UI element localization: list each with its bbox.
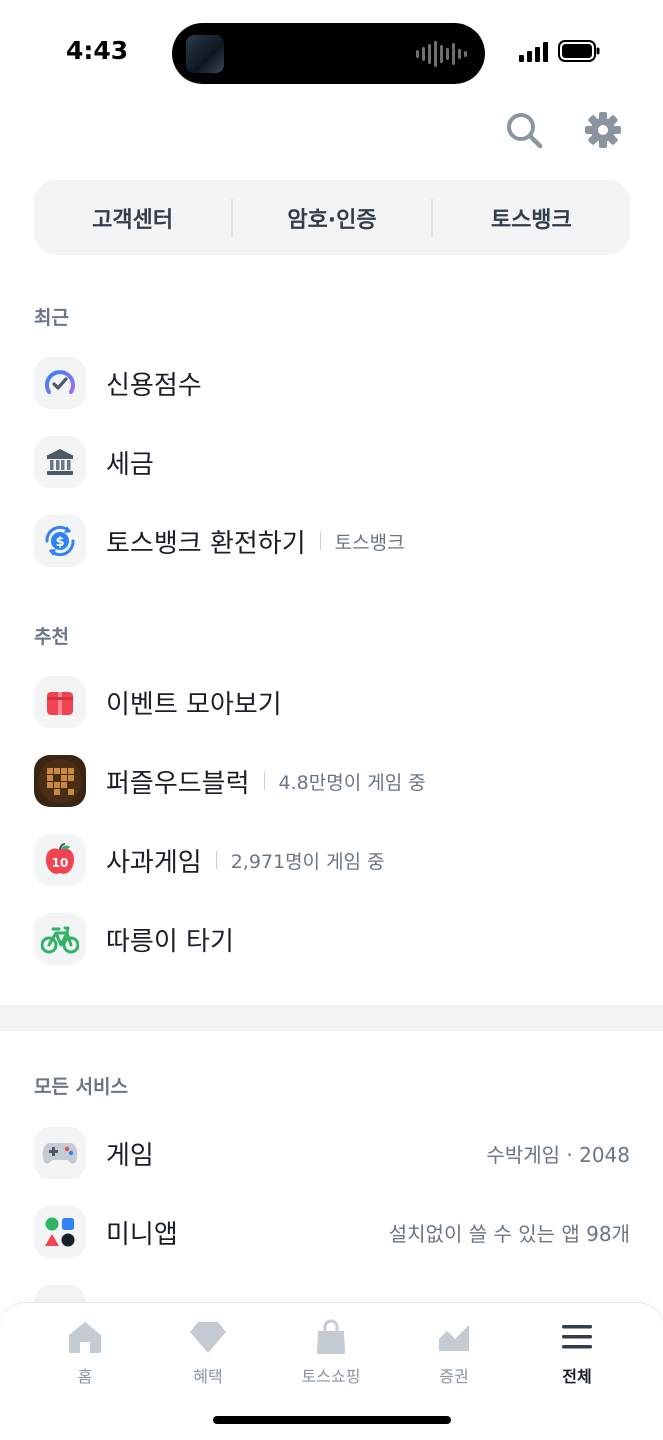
nav-label: 전체	[562, 1367, 592, 1386]
separator	[263, 772, 265, 790]
nav-item-all[interactable]: 전체	[527, 1317, 627, 1387]
diamond-icon	[190, 1322, 226, 1353]
nav-item-stocks[interactable]: 증권	[404, 1317, 504, 1387]
section-divider-band	[0, 1005, 663, 1031]
quick-item-toss-bank[interactable]: 토스뱅크	[433, 202, 630, 234]
stock-chart-icon	[439, 1325, 469, 1351]
list-item-events[interactable]: 이벤트 모아보기	[34, 674, 630, 730]
list-item-mini-apps[interactable]: 미니앱 설치없이 쓸 수 있는 앱 98개	[34, 1204, 630, 1260]
list-item-credit-score[interactable]: 신용점수	[34, 355, 630, 411]
status-bar: 4:43	[0, 0, 663, 100]
quick-menu: 고객센터 암호·인증 토스뱅크	[34, 180, 630, 255]
nav-label: 증권	[439, 1367, 469, 1386]
list-item-subtext: 토스뱅크	[334, 531, 405, 554]
currency-exchange-icon: $	[34, 515, 86, 567]
gamepad-icon	[34, 1127, 86, 1179]
list-item-label: 신용점수	[106, 370, 202, 401]
list-item-label: 토스뱅크 환전하기	[106, 528, 306, 559]
list-item-label: 이벤트 모아보기	[106, 689, 282, 720]
settings-button[interactable]	[579, 106, 627, 154]
list-item-label: 게임	[106, 1140, 154, 1171]
apple-ten-icon: 10	[34, 834, 86, 886]
section-label-recommended: 추천	[34, 626, 69, 648]
status-time: 4:43	[66, 36, 129, 65]
nav-label: 토스쇼핑	[301, 1367, 361, 1386]
list-item-label: 사과게임	[106, 847, 202, 878]
list-item-subtext: 4.8만명이 게임 중	[278, 771, 426, 794]
nav-item-benefits[interactable]: 혜택	[158, 1317, 258, 1387]
list-item-tax[interactable]: 세금	[34, 434, 630, 490]
separator	[215, 851, 217, 869]
wood-block-puzzle-icon	[34, 755, 86, 807]
list-item-apple-game[interactable]: 10 사과게임 2,971명이 게임 중	[34, 832, 630, 888]
now-playing-artwork	[186, 35, 224, 73]
nav-item-home[interactable]: 홈	[35, 1317, 135, 1387]
shopping-bag-icon	[317, 1319, 345, 1354]
cellular-signal-icon	[519, 42, 548, 62]
audio-waveform-icon	[416, 39, 467, 69]
list-item-games[interactable]: 게임 수박게임 · 2048	[34, 1125, 630, 1181]
list-item-right-text: 수박게임 · 2048	[486, 1142, 630, 1167]
quick-item-customer-center[interactable]: 고객센터	[34, 202, 231, 234]
list-item-label: 따릉이 타기	[106, 926, 234, 957]
list-item-label: 미니앱	[106, 1219, 178, 1250]
battery-icon	[558, 40, 600, 62]
list-item-label: 세금	[106, 449, 154, 480]
svg-text:10: 10	[52, 856, 69, 870]
menu-icon	[562, 1325, 592, 1349]
nav-label: 혜택	[193, 1367, 223, 1386]
credit-score-gauge-icon	[34, 357, 86, 409]
gear-icon	[585, 112, 621, 148]
home-indicator[interactable]	[213, 1416, 451, 1424]
shapes-icon	[34, 1206, 86, 1258]
bank-building-icon	[34, 436, 86, 488]
quick-item-password-auth[interactable]: 암호·인증	[233, 202, 430, 234]
list-item-right-text: 설치없이 쓸 수 있는 앱 98개	[388, 1221, 630, 1246]
bicycle-icon	[34, 913, 86, 965]
section-label-recent: 최근	[34, 307, 69, 329]
list-item-ttareungi[interactable]: 따릉이 타기	[34, 911, 630, 967]
separator	[319, 532, 321, 550]
gift-box-icon	[34, 676, 86, 728]
home-icon	[69, 1322, 101, 1353]
nav-label: 홈	[77, 1367, 93, 1386]
list-item-puzzle-wood-block[interactable]: 퍼즐우드블럭 4.8만명이 게임 중	[34, 753, 630, 809]
list-item-subtext: 2,971명이 게임 중	[230, 850, 385, 873]
search-button[interactable]	[500, 106, 548, 154]
search-icon	[507, 113, 543, 149]
list-item-label: 퍼즐우드블럭	[106, 768, 250, 799]
nav-item-toss-shopping[interactable]: 토스쇼핑	[281, 1317, 381, 1387]
svg-text:$: $	[55, 535, 64, 550]
section-label-all-services: 모든 서비스	[34, 1076, 129, 1098]
list-item-toss-bank-exchange[interactable]: $ 토스뱅크 환전하기 토스뱅크	[34, 513, 630, 569]
dynamic-island[interactable]	[172, 23, 485, 84]
